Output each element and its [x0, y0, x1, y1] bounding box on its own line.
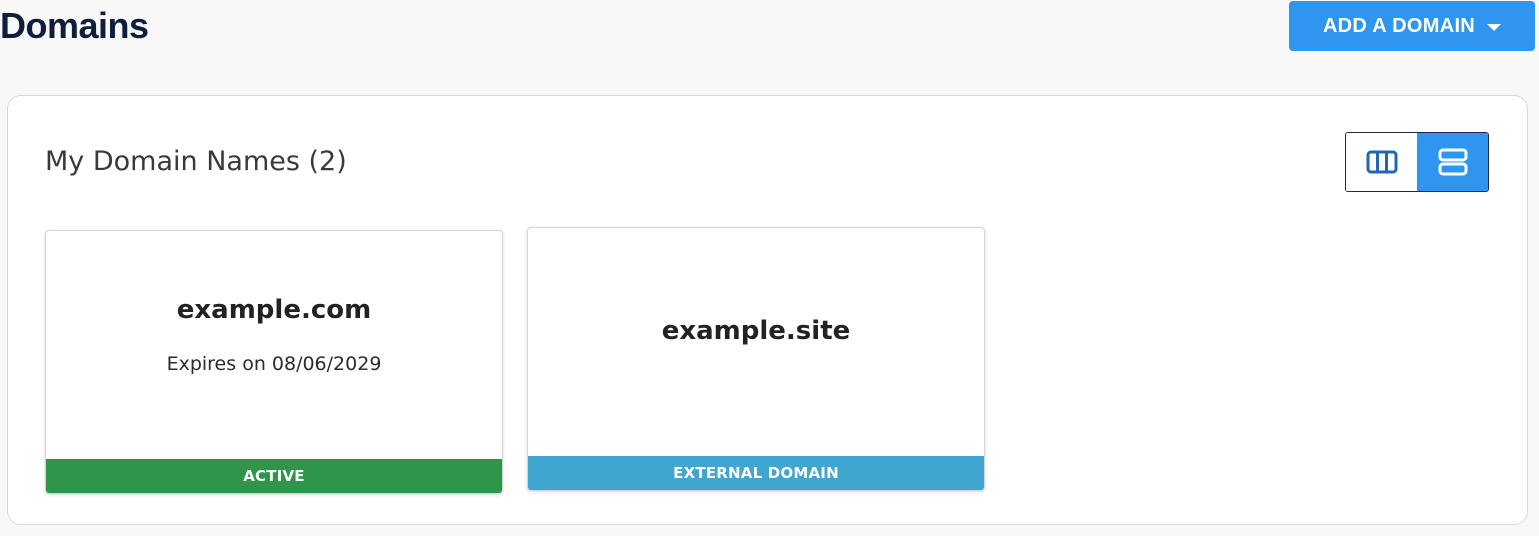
domain-expiry: Expires on 08/06/2029	[166, 353, 382, 375]
caret-down-icon	[1487, 23, 1502, 31]
domain-name: example.com	[176, 295, 372, 325]
rows-view-button[interactable]	[1417, 133, 1488, 191]
page-title: Domains	[0, 5, 149, 46]
status-badge-active: ACTIVE	[46, 459, 502, 493]
domains-panel: My Domain Names (2) example.com Expires …	[7, 95, 1528, 525]
view-toggle	[1345, 132, 1489, 192]
add-domain-button-label: ADD A DOMAIN	[1322, 14, 1476, 37]
domain-card[interactable]: example.com Expires on 08/06/2029 ACTIVE	[45, 230, 503, 494]
add-domain-button[interactable]: ADD A DOMAIN	[1289, 1, 1535, 51]
domain-name: example.site	[661, 316, 851, 346]
section-title: My Domain Names (2)	[45, 146, 347, 177]
status-badge-external: EXTERNAL DOMAIN	[528, 456, 984, 490]
columns-icon	[1366, 150, 1397, 174]
domain-card[interactable]: example.site EXTERNAL DOMAIN	[527, 227, 985, 491]
columns-view-button[interactable]	[1346, 133, 1417, 191]
rows-icon	[1438, 148, 1467, 176]
